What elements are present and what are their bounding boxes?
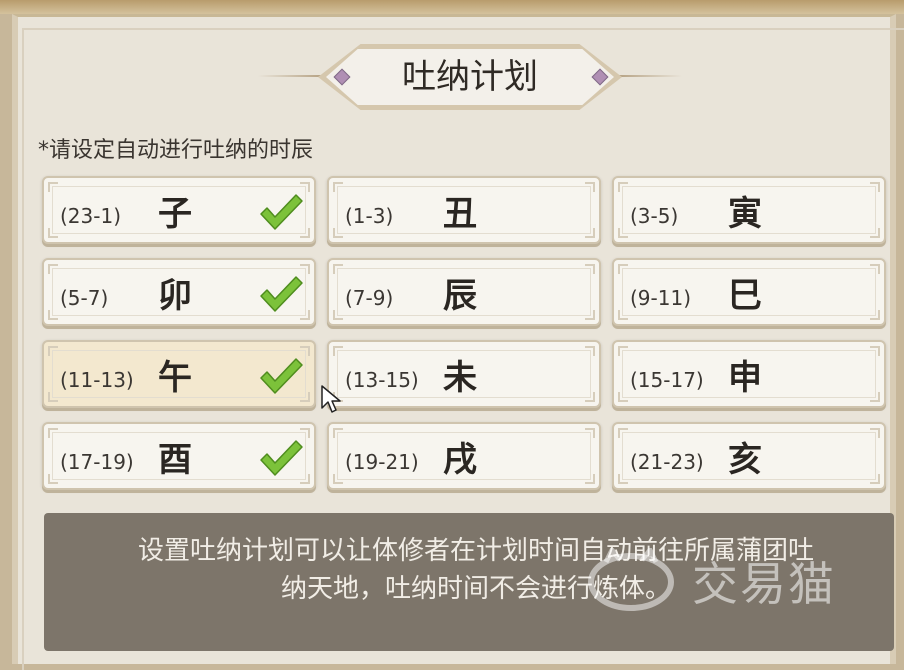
title-divider-right bbox=[612, 75, 682, 77]
slot-hour-range: (1-3) bbox=[345, 204, 394, 228]
time-slot-酉[interactable]: (17-19) 酉 bbox=[42, 422, 316, 490]
slot-hour-range: (7-9) bbox=[345, 286, 394, 310]
checkmark-icon bbox=[260, 358, 303, 394]
slot-branch-label: 申 bbox=[728, 358, 762, 398]
slot-branch-label: 卯 bbox=[158, 276, 192, 316]
slot-branch-label: 子 bbox=[158, 194, 192, 234]
slot-hour-range: (17-19) bbox=[60, 450, 134, 474]
slot-branch-label: 未 bbox=[443, 358, 477, 398]
mouse-cursor-icon bbox=[321, 385, 341, 413]
time-slot-申[interactable]: (15-17) 申 bbox=[612, 340, 886, 408]
time-slot-亥[interactable]: (21-23) 亥 bbox=[612, 422, 886, 490]
time-slot-未[interactable]: (13-15) 未 bbox=[327, 340, 601, 408]
checkmark-icon bbox=[260, 440, 303, 476]
time-slot-午[interactable]: (11-13) 午 bbox=[42, 340, 316, 408]
time-slot-戌[interactable]: (19-21) 戌 bbox=[327, 422, 601, 490]
slot-branch-label: 巳 bbox=[728, 276, 762, 316]
top-border bbox=[0, 0, 904, 14]
slot-branch-label: 午 bbox=[158, 358, 192, 398]
slot-branch-label: 酉 bbox=[158, 440, 192, 480]
slot-hour-range: (11-13) bbox=[60, 368, 134, 392]
slot-branch-label: 戌 bbox=[443, 440, 477, 480]
slot-hour-range: (3-5) bbox=[630, 204, 679, 228]
time-slot-丑[interactable]: (1-3) 丑 bbox=[327, 176, 601, 244]
time-slot-巳[interactable]: (9-11) 巳 bbox=[612, 258, 886, 326]
slot-hour-range: (5-7) bbox=[60, 286, 109, 310]
slot-branch-label: 丑 bbox=[443, 194, 477, 234]
time-slot-卯[interactable]: (5-7) 卯 bbox=[42, 258, 316, 326]
slot-hour-range: (15-17) bbox=[630, 368, 704, 392]
instruction-text: *请设定自动进行吐纳的时辰 bbox=[38, 138, 314, 163]
slot-branch-label: 亥 bbox=[728, 440, 762, 480]
watermark-cat-icon bbox=[588, 548, 674, 611]
time-slot-子[interactable]: (23-1) 子 bbox=[42, 176, 316, 244]
slot-branch-label: 寅 bbox=[728, 194, 762, 234]
slot-hour-range: (19-21) bbox=[345, 450, 419, 474]
slot-hour-range: (23-1) bbox=[60, 204, 121, 228]
watermark-text: 交易猫 bbox=[692, 557, 836, 611]
slot-hour-range: (21-23) bbox=[630, 450, 704, 474]
checkmark-icon bbox=[260, 276, 303, 312]
time-slot-辰[interactable]: (7-9) 辰 bbox=[327, 258, 601, 326]
slot-hour-range: (13-15) bbox=[345, 368, 419, 392]
title-divider-left bbox=[258, 75, 328, 77]
slot-hour-range: (9-11) bbox=[630, 286, 691, 310]
slot-branch-label: 辰 bbox=[443, 276, 477, 316]
time-slot-寅[interactable]: (3-5) 寅 bbox=[612, 176, 886, 244]
checkmark-icon bbox=[260, 194, 303, 230]
panel-title: 吐纳计划 bbox=[402, 57, 538, 97]
